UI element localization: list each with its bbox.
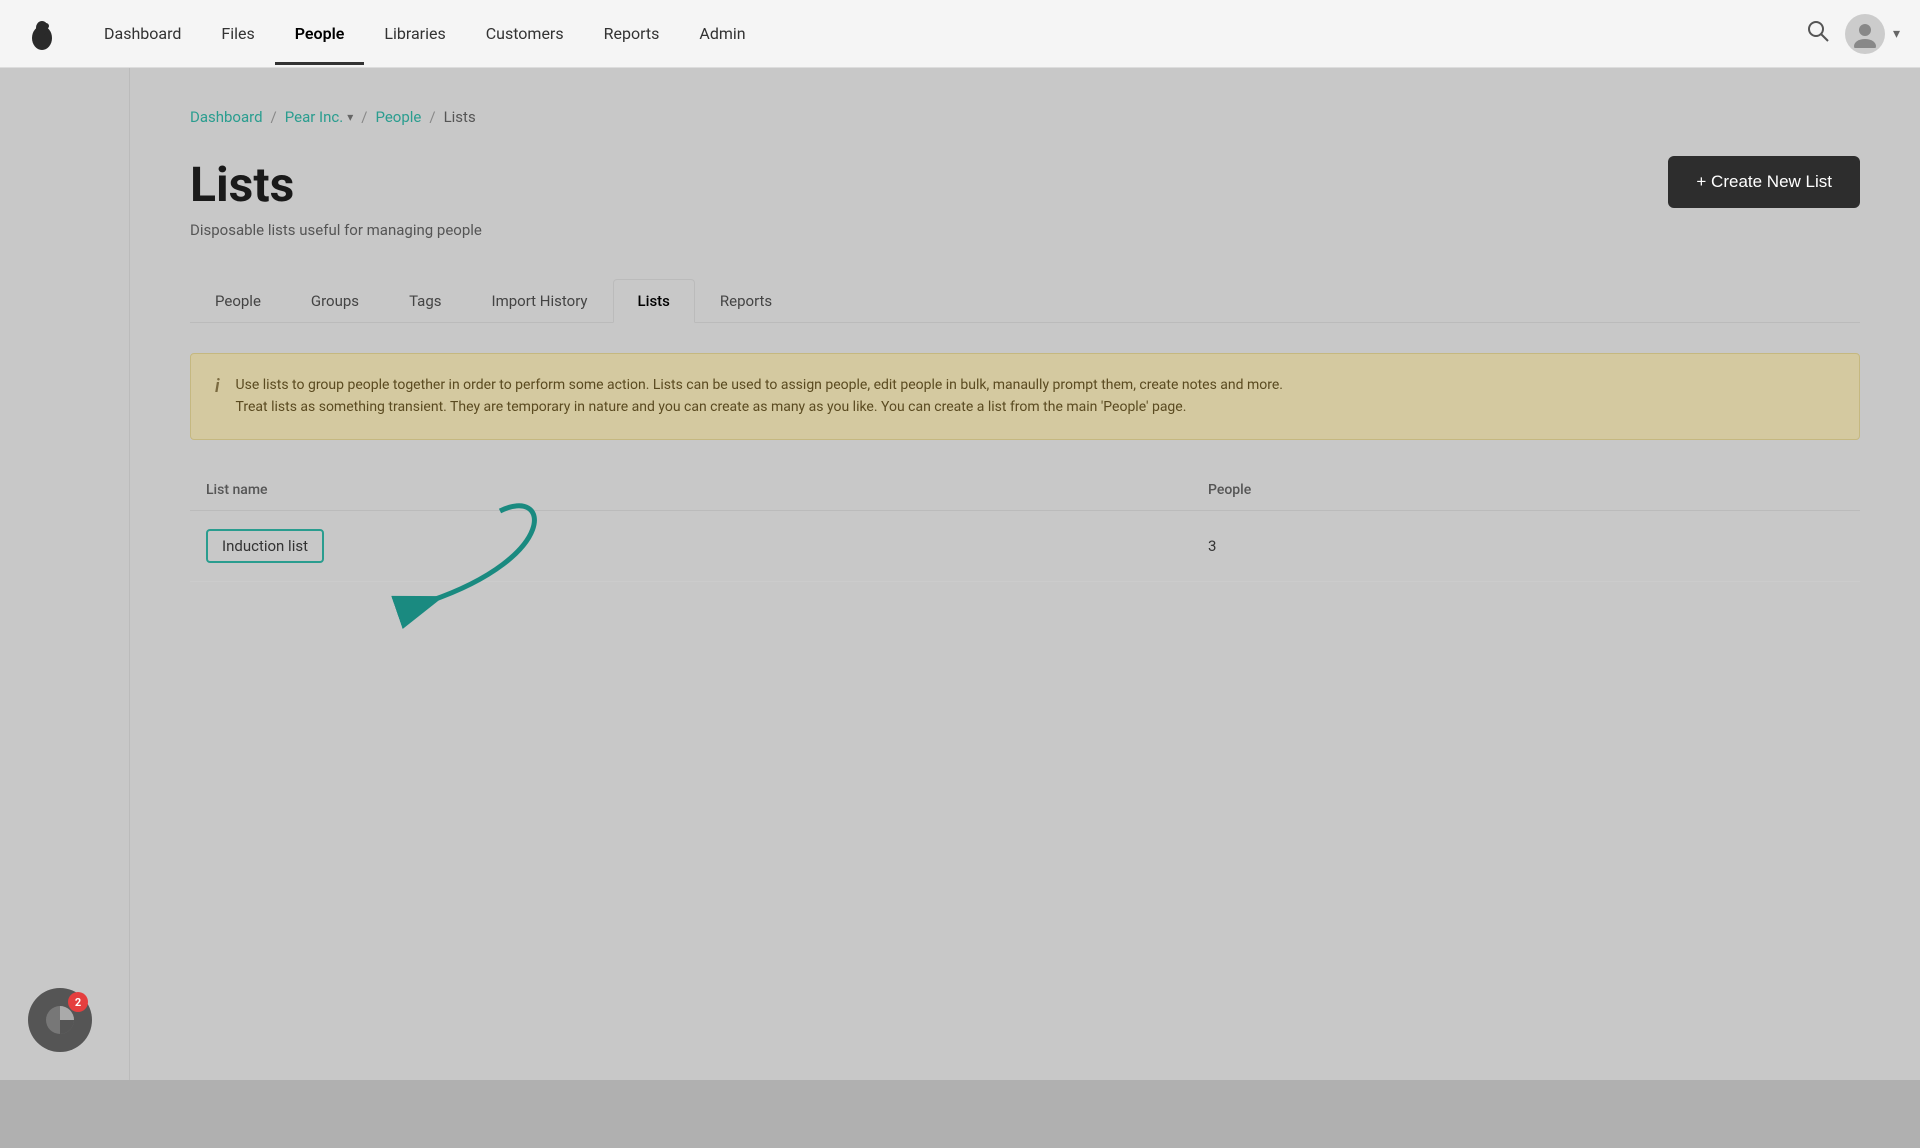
nav-item-reports[interactable]: Reports [584,2,680,65]
avatar[interactable] [1845,14,1885,54]
nav-right: ▾ [1845,14,1900,54]
breadcrumb-sep-1: / [271,108,277,126]
main-content: Dashboard / Pear Inc. ▾ / People / Lists… [130,68,1920,1080]
breadcrumb-company-name[interactable]: Pear Inc. [285,108,343,126]
page-header: Lists Disposable lists useful for managi… [190,156,1860,239]
nav-item-dashboard[interactable]: Dashboard [84,2,201,65]
search-icon[interactable] [1791,20,1845,47]
tabs: People Groups Tags Import History Lists … [190,279,1860,323]
tab-tags[interactable]: Tags [384,279,466,323]
info-icon: i [215,376,220,419]
nav-item-admin[interactable]: Admin [679,2,765,65]
nav-item-files[interactable]: Files [201,2,274,65]
table-row: Induction list 3 [190,510,1860,581]
breadcrumb: Dashboard / Pear Inc. ▾ / People / Lists [190,108,1860,126]
breadcrumb-people[interactable]: People [375,108,421,126]
nav-item-libraries[interactable]: Libraries [364,2,465,65]
notification-count: 2 [68,992,88,1012]
tab-groups[interactable]: Groups [286,279,384,323]
list-name-cell: Induction list [190,510,1192,581]
col-list-name: List name [190,470,1192,511]
nav-links: Dashboard Files People Libraries Custome… [84,2,1791,65]
sidebar [0,68,130,1080]
create-new-list-button[interactable]: + Create New List [1668,156,1860,208]
navbar: Dashboard Files People Libraries Custome… [0,0,1920,68]
page-subtitle: Disposable lists useful for managing peo… [190,221,482,239]
info-text: Use lists to group people together in or… [236,374,1283,419]
people-count-cell: 3 [1192,510,1860,581]
lists-table: List name People Induction list 3 [190,470,1860,582]
info-text-line2: Treat lists as something transient. They… [236,399,1187,415]
notification-badge[interactable]: 2 [28,988,92,1052]
breadcrumb-current: Lists [444,108,476,126]
breadcrumb-company[interactable]: Pear Inc. ▾ [285,108,354,126]
tab-reports[interactable]: Reports [695,279,797,323]
page-title-section: Lists Disposable lists useful for managi… [190,156,482,239]
info-text-line1: Use lists to group people together in or… [236,377,1283,393]
nav-item-customers[interactable]: Customers [466,2,584,65]
tab-lists[interactable]: Lists [613,279,695,323]
tab-import-history[interactable]: Import History [467,279,613,323]
app-logo[interactable] [20,12,64,56]
breadcrumb-dashboard[interactable]: Dashboard [190,108,263,126]
info-box: i Use lists to group people together in … [190,353,1860,440]
tab-people[interactable]: People [190,279,286,323]
company-chevron-icon: ▾ [347,110,353,124]
chevron-down-icon[interactable]: ▾ [1893,26,1900,42]
breadcrumb-sep-2: / [361,108,367,126]
nav-item-people[interactable]: People [275,2,365,65]
breadcrumb-sep-3: / [429,108,435,126]
page-title: Lists [190,156,482,213]
col-people: People [1192,470,1860,511]
induction-list-item[interactable]: Induction list [206,529,324,563]
